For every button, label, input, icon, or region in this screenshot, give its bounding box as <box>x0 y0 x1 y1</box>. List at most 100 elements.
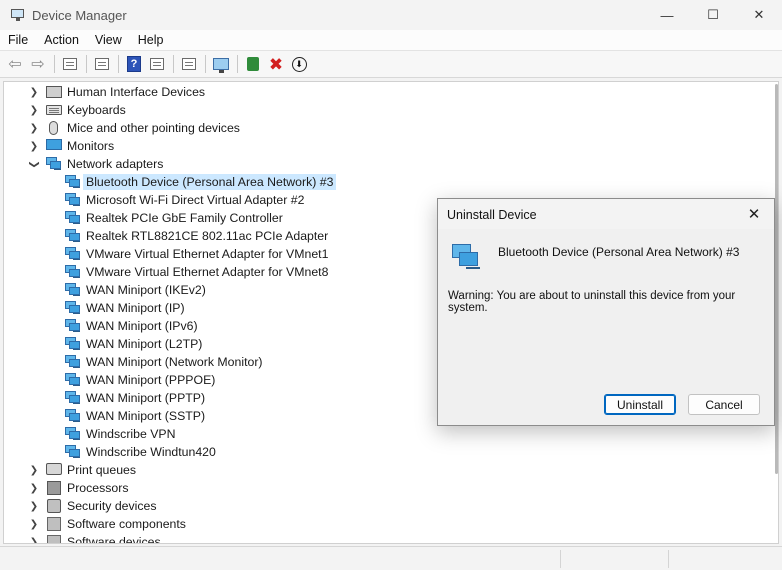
dialog-body: Bluetooth Device (Personal Area Network)… <box>438 229 774 425</box>
update-driver-button[interactable] <box>178 53 200 75</box>
uninstall-device-dialog: Uninstall Device ✕ Bluetooth Device (Per… <box>437 198 775 426</box>
chevron-right-icon[interactable]: ❯ <box>28 501 40 512</box>
network-adapter-label: WAN Miniport (IP) <box>86 301 185 315</box>
download-driver-button[interactable]: ⬇ <box>288 53 310 75</box>
tree-category-label: Human Interface Devices <box>67 85 206 99</box>
chevron-right-icon[interactable]: ❯ <box>28 537 40 544</box>
help-button[interactable]: ? <box>123 53 145 75</box>
uninstall-device-button[interactable]: ✖ <box>265 53 287 75</box>
network-adapter-icon <box>65 283 81 297</box>
network-adapter-icon <box>452 244 480 270</box>
menu-bar: File Action View Help <box>0 30 782 51</box>
tree-category-label: Keyboards <box>67 103 126 117</box>
network-adapter-label: WAN Miniport (PPTP) <box>86 391 206 405</box>
scan-hardware-button[interactable] <box>210 53 232 75</box>
cancel-button[interactable]: Cancel <box>688 394 760 415</box>
status-divider <box>560 550 561 568</box>
keyboard-icon <box>46 103 62 117</box>
network-adapter-label: Microsoft Wi-Fi Direct Virtual Adapter #… <box>86 193 305 207</box>
toolbar-separator <box>237 55 238 73</box>
resource-icon <box>150 58 164 70</box>
dialog-warning-text: Warning: You are about to uninstall this… <box>448 290 736 314</box>
chevron-right-icon[interactable]: ❯ <box>28 465 40 476</box>
maximize-button[interactable]: ☐ <box>690 0 736 30</box>
back-arrow-icon: ⇦ <box>8 56 22 73</box>
network-adapter-icon <box>65 373 81 387</box>
menu-help[interactable]: Help <box>134 33 172 47</box>
network-adapter-label: VMware Virtual Ethernet Adapter for VMne… <box>86 265 329 279</box>
network-adapter-label: WAN Miniport (IKEv2) <box>86 283 206 297</box>
scan-hardware-icon <box>213 58 229 73</box>
properties-icon <box>63 58 77 70</box>
chevron-right-icon[interactable]: ❯ <box>28 105 40 116</box>
network-adapter-label: Windscribe VPN <box>86 427 176 441</box>
toolbar-separator <box>173 55 174 73</box>
forward-button[interactable]: ⇨ <box>27 53 49 75</box>
dialog-title: Uninstall Device <box>447 208 537 222</box>
chevron-right-icon[interactable]: ❯ <box>28 87 40 98</box>
minimize-button[interactable]: — <box>644 0 690 30</box>
tree-category-label: Monitors <box>67 139 115 153</box>
network-adapter-label: WAN Miniport (PPPOE) <box>86 373 216 387</box>
properties-button[interactable] <box>91 53 113 75</box>
network-adapter-icon <box>65 193 81 207</box>
toolbar-separator <box>54 55 55 73</box>
toolbar-separator <box>118 55 119 73</box>
software-component-icon <box>47 517 63 531</box>
network-adapter-label: VMware Virtual Ethernet Adapter for VMne… <box>86 247 329 261</box>
help-icon: ? <box>127 56 141 72</box>
uninstall-button[interactable]: Uninstall <box>604 394 676 415</box>
chevron-down-icon[interactable]: ❯ <box>29 158 40 170</box>
network-adapter-icon <box>65 265 81 279</box>
chevron-right-icon[interactable]: ❯ <box>28 519 40 530</box>
network-adapter-icon <box>65 301 81 315</box>
network-adapter-label: Bluetooth Device (Personal Area Network)… <box>83 174 337 190</box>
window-controls: — ☐ ✕ <box>644 0 782 30</box>
network-adapter-icon <box>65 445 81 459</box>
menu-view[interactable]: View <box>91 33 130 47</box>
resources-button[interactable] <box>146 53 168 75</box>
monitor-icon <box>46 139 62 153</box>
menu-action[interactable]: Action <box>40 33 87 47</box>
network-adapter-icon <box>65 337 81 351</box>
status-divider <box>668 550 669 568</box>
hid-icon <box>46 85 62 99</box>
chevron-right-icon[interactable]: ❯ <box>28 123 40 134</box>
toolbar: ⇦ ⇨ ? ✖ ⬇ <box>0 51 782 78</box>
network-adapter-icon <box>46 157 62 171</box>
dialog-close-button[interactable]: ✕ <box>742 203 766 225</box>
mouse-icon <box>46 121 62 135</box>
chevron-right-icon[interactable]: ❯ <box>28 141 40 152</box>
network-adapter-label: WAN Miniport (L2TP) <box>86 337 203 351</box>
network-adapter-label: Windscribe Windtun420 <box>86 445 216 459</box>
network-adapter-icon <box>65 319 81 333</box>
network-adapter-label: WAN Miniport (Network Monitor) <box>86 355 263 369</box>
uninstall-device-icon: ✖ <box>268 54 284 74</box>
tree-category-label: Network adapters <box>67 157 164 171</box>
toolbar-separator <box>205 55 206 73</box>
show-hide-console-button[interactable] <box>59 53 81 75</box>
menu-file[interactable]: File <box>4 33 36 47</box>
update-driver-icon <box>182 58 196 70</box>
back-button[interactable]: ⇦ <box>4 53 26 75</box>
tree-category-label: Software components <box>67 517 186 531</box>
network-adapter-icon <box>65 211 81 225</box>
status-bar <box>0 546 782 570</box>
close-button[interactable]: ✕ <box>736 0 782 30</box>
network-adapter-label: WAN Miniport (IPv6) <box>86 319 198 333</box>
network-adapter-icon <box>65 247 81 261</box>
list-icon <box>95 58 109 70</box>
tree-category-label: Print queues <box>67 463 137 477</box>
enable-device-icon <box>247 57 259 71</box>
forward-arrow-icon: ⇨ <box>31 56 45 73</box>
tree-category-label: Processors <box>67 481 129 495</box>
security-device-icon <box>47 499 63 513</box>
network-adapter-label: WAN Miniport (SSTP) <box>86 409 206 423</box>
title-bar: Device Manager — ☐ ✕ <box>0 0 782 30</box>
network-adapter-label: Realtek PCIe GbE Family Controller <box>86 211 283 225</box>
tree-category-label: Mice and other pointing devices <box>67 121 240 135</box>
vertical-scrollbar[interactable] <box>775 84 778 474</box>
enable-device-button[interactable] <box>242 53 264 75</box>
download-driver-icon: ⬇ <box>291 56 307 72</box>
chevron-right-icon[interactable]: ❯ <box>28 483 40 494</box>
